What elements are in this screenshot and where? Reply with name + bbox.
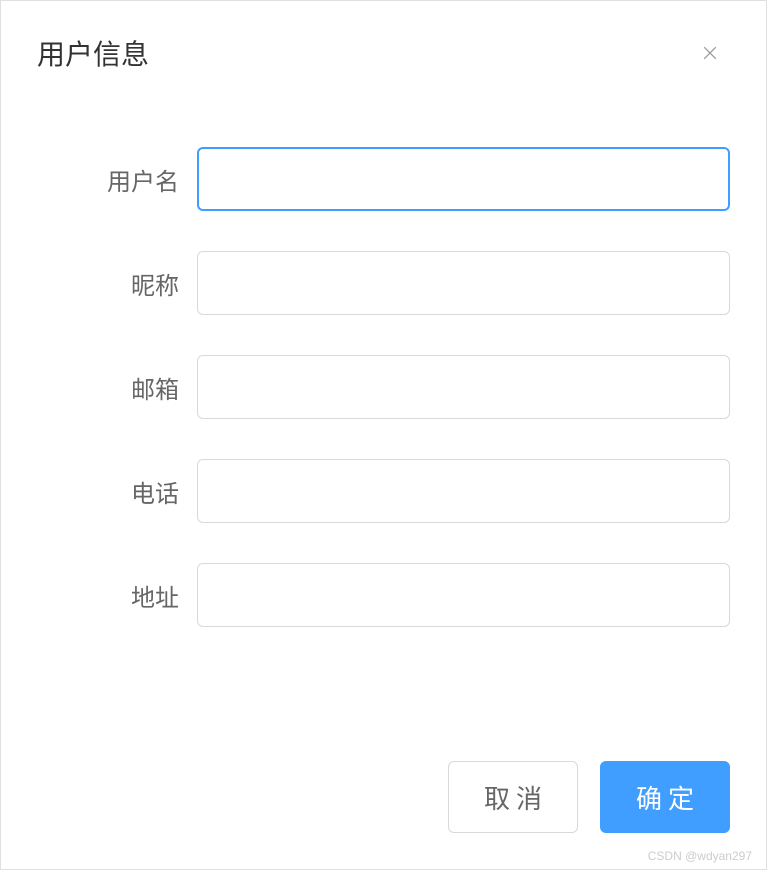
form-row-address: 地址 xyxy=(37,563,730,627)
nickname-label: 昵称 xyxy=(37,266,197,301)
close-icon xyxy=(700,43,720,63)
email-label: 邮箱 xyxy=(37,370,197,405)
cancel-button[interactable]: 取消 xyxy=(448,761,578,833)
address-input[interactable] xyxy=(197,563,730,627)
dialog-title: 用户信息 xyxy=(37,33,149,73)
form-row-email: 邮箱 xyxy=(37,355,730,419)
dialog-header: 用户信息 xyxy=(1,1,766,97)
form-row-phone: 电话 xyxy=(37,459,730,523)
confirm-button[interactable]: 确定 xyxy=(600,761,730,833)
email-input[interactable] xyxy=(197,355,730,419)
phone-label: 电话 xyxy=(37,474,197,509)
nickname-input[interactable] xyxy=(197,251,730,315)
watermark: CSDN @wdyan297 xyxy=(648,849,752,863)
form-row-username: 用户名 xyxy=(37,147,730,211)
username-label: 用户名 xyxy=(37,162,197,197)
phone-input[interactable] xyxy=(197,459,730,523)
close-button[interactable] xyxy=(698,41,722,65)
dialog-body: 用户名 昵称 邮箱 电话 地址 xyxy=(1,97,766,761)
form-row-nickname: 昵称 xyxy=(37,251,730,315)
user-info-dialog: 用户信息 用户名 昵称 邮箱 电话 地址 取消 确定 xyxy=(0,0,767,870)
username-input[interactable] xyxy=(197,147,730,211)
address-label: 地址 xyxy=(37,578,197,613)
